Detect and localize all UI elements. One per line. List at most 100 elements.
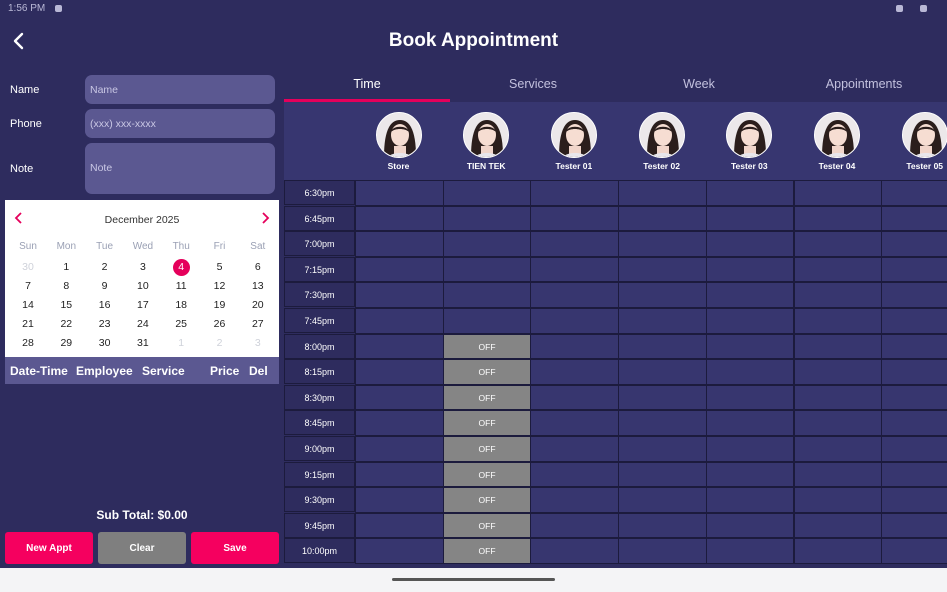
schedule-slot[interactable] xyxy=(530,410,620,436)
name-input[interactable] xyxy=(85,75,275,104)
calendar-day[interactable]: 18 xyxy=(162,296,200,314)
schedule-slot[interactable] xyxy=(530,308,620,334)
schedule-slot[interactable] xyxy=(355,180,444,206)
schedule-slot[interactable] xyxy=(355,333,444,360)
schedule-slot[interactable] xyxy=(793,436,883,462)
schedule-slot-off[interactable]: OFF xyxy=(442,359,532,385)
schedule-slot[interactable] xyxy=(881,308,947,334)
schedule-slot[interactable] xyxy=(793,487,883,513)
schedule-slot[interactable] xyxy=(442,205,532,232)
schedule-slot[interactable] xyxy=(705,256,795,283)
schedule-slot[interactable] xyxy=(705,205,795,232)
calendar-day-selected[interactable]: 4 xyxy=(162,258,200,276)
calendar-day[interactable]: 22 xyxy=(47,315,85,333)
calendar-day[interactable]: 17 xyxy=(124,296,162,314)
calendar-day[interactable]: 14 xyxy=(9,296,47,314)
staff-tester-04[interactable]: Tester 04 xyxy=(794,112,881,171)
schedule-slot[interactable] xyxy=(618,512,707,539)
schedule-slot[interactable] xyxy=(618,487,707,513)
tab-time[interactable]: Time xyxy=(284,65,450,102)
schedule-slot[interactable] xyxy=(705,436,795,462)
schedule-slot[interactable] xyxy=(530,180,620,206)
schedule-slot[interactable] xyxy=(705,487,795,513)
calendar-day[interactable]: 2 xyxy=(86,258,124,276)
calendar-day[interactable]: 23 xyxy=(86,315,124,333)
schedule-slot[interactable] xyxy=(530,333,620,360)
tab-appointments[interactable]: Appointments xyxy=(781,65,947,102)
schedule-slot[interactable] xyxy=(618,384,707,411)
staff-tester-05[interactable]: Tester 05 xyxy=(881,112,947,171)
schedule-slot[interactable] xyxy=(355,538,444,564)
staff-tien-tek[interactable]: TIEN TEK xyxy=(443,112,530,171)
clear-button[interactable]: Clear xyxy=(98,532,186,564)
schedule-slot[interactable] xyxy=(705,461,795,488)
calendar-day[interactable]: 3 xyxy=(124,258,162,276)
calendar-day[interactable]: 11 xyxy=(162,277,200,295)
schedule-slot[interactable] xyxy=(618,410,707,436)
home-handle[interactable] xyxy=(392,578,555,581)
schedule-slot[interactable] xyxy=(881,359,947,385)
schedule-slot[interactable] xyxy=(705,333,795,360)
schedule-slot[interactable] xyxy=(530,512,620,539)
schedule-slot-off[interactable]: OFF xyxy=(442,333,532,360)
schedule-slot[interactable] xyxy=(618,538,707,564)
schedule-slot[interactable] xyxy=(355,384,444,411)
schedule-slot[interactable] xyxy=(530,384,620,411)
schedule-slot[interactable] xyxy=(705,384,795,411)
schedule-slot[interactable] xyxy=(881,205,947,232)
schedule-slot[interactable] xyxy=(793,256,883,283)
schedule-slot[interactable] xyxy=(705,359,795,385)
schedule-slot[interactable] xyxy=(442,180,532,206)
schedule-slot[interactable] xyxy=(618,180,707,206)
schedule-slot[interactable] xyxy=(881,282,947,308)
schedule-slot[interactable] xyxy=(530,231,620,257)
schedule-slot[interactable] xyxy=(355,231,444,257)
schedule-slot[interactable] xyxy=(530,359,620,385)
staff-store[interactable]: Store xyxy=(355,112,442,171)
schedule-slot[interactable] xyxy=(618,461,707,488)
save-button[interactable]: Save xyxy=(191,532,279,564)
schedule-slot[interactable] xyxy=(881,180,947,206)
schedule-slot[interactable] xyxy=(705,410,795,436)
schedule-slot[interactable] xyxy=(618,256,707,283)
schedule-slot[interactable] xyxy=(618,282,707,308)
schedule-slot[interactable] xyxy=(881,333,947,360)
schedule-slot[interactable] xyxy=(618,333,707,360)
calendar-day[interactable]: 12 xyxy=(201,277,239,295)
calendar-day[interactable]: 29 xyxy=(47,334,85,352)
schedule-slot[interactable] xyxy=(618,231,707,257)
schedule-slot[interactable] xyxy=(793,308,883,334)
schedule-slot[interactable] xyxy=(793,205,883,232)
staff-tester-03[interactable]: Tester 03 xyxy=(706,112,793,171)
schedule-slot[interactable] xyxy=(530,487,620,513)
calendar-day[interactable]: 9 xyxy=(86,277,124,295)
calendar-day[interactable]: 13 xyxy=(239,277,277,295)
calendar-day[interactable]: 8 xyxy=(47,277,85,295)
calendar-day[interactable]: 5 xyxy=(201,258,239,276)
schedule-slot[interactable] xyxy=(442,308,532,334)
schedule-slot[interactable] xyxy=(881,538,947,564)
schedule-slot[interactable] xyxy=(881,256,947,283)
schedule-slot[interactable] xyxy=(355,461,444,488)
schedule-slot[interactable] xyxy=(530,282,620,308)
schedule-slot[interactable] xyxy=(355,487,444,513)
calendar-day[interactable]: 20 xyxy=(239,296,277,314)
schedule-slot[interactable] xyxy=(881,487,947,513)
schedule-slot[interactable] xyxy=(793,410,883,436)
schedule-slot[interactable] xyxy=(793,180,883,206)
schedule-slot[interactable] xyxy=(355,512,444,539)
calendar-day[interactable]: 28 xyxy=(9,334,47,352)
staff-tester-01[interactable]: Tester 01 xyxy=(530,112,617,171)
calendar-day[interactable]: 25 xyxy=(162,315,200,333)
schedule-slot[interactable] xyxy=(355,308,444,334)
schedule-slot[interactable] xyxy=(705,512,795,539)
schedule-slot[interactable] xyxy=(618,308,707,334)
schedule-slot[interactable] xyxy=(705,538,795,564)
calendar-day[interactable]: 6 xyxy=(239,258,277,276)
schedule-slot[interactable] xyxy=(530,461,620,488)
schedule-slot[interactable] xyxy=(705,282,795,308)
schedule-slot[interactable] xyxy=(793,359,883,385)
schedule-slot[interactable] xyxy=(442,231,532,257)
calendar-day[interactable]: 7 xyxy=(9,277,47,295)
tab-services[interactable]: Services xyxy=(450,65,616,102)
